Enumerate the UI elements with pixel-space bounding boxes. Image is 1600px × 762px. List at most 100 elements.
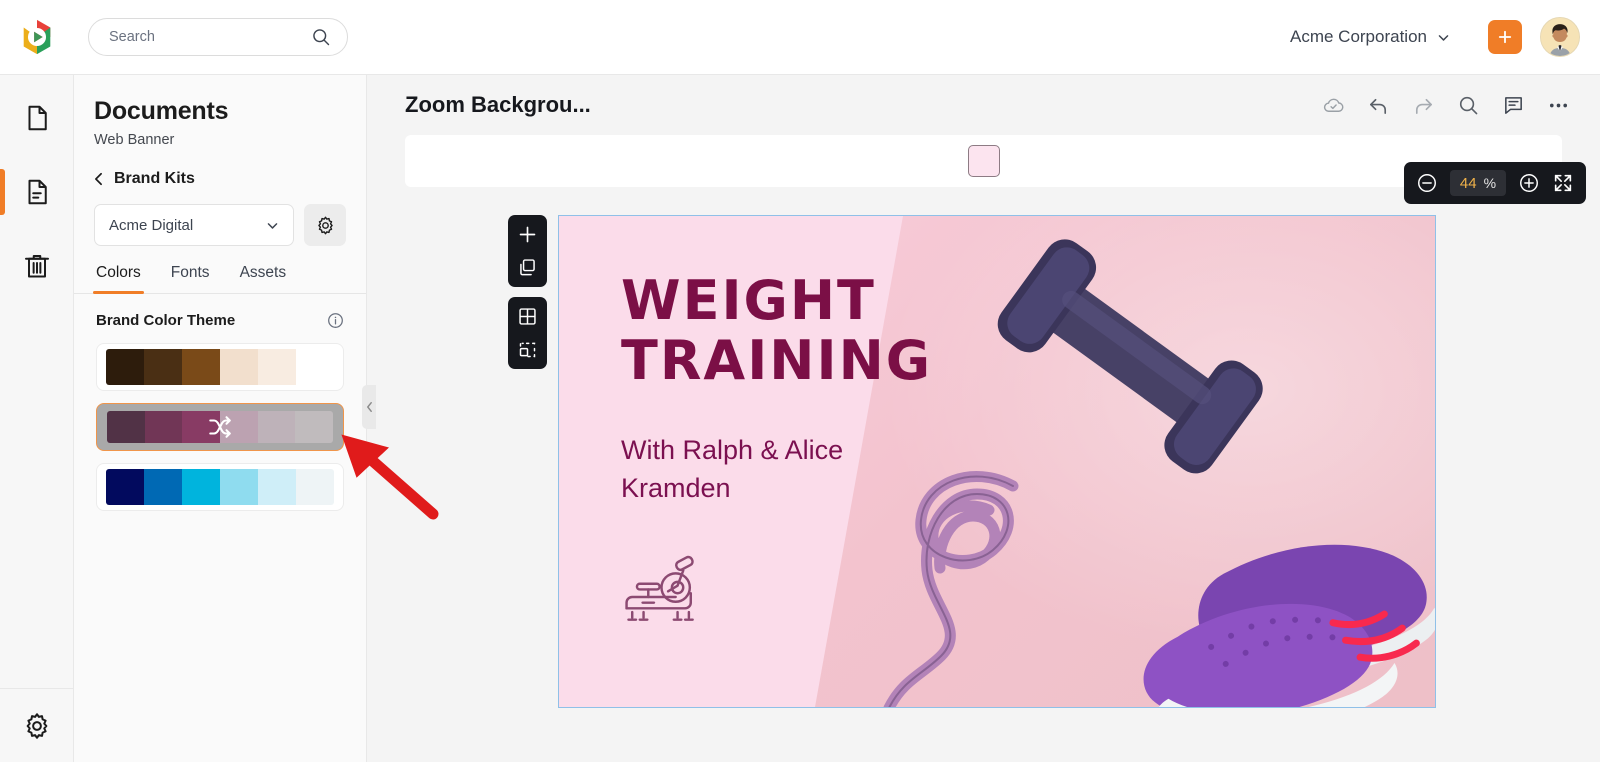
color-strip [106, 349, 334, 385]
format-bar [405, 135, 1562, 187]
swatch-4 [258, 349, 296, 385]
swatch-5 [295, 411, 333, 443]
artboard-subtitle[interactable]: With Ralph & Alice Kramden [621, 431, 921, 508]
color-theme-blue[interactable] [96, 463, 344, 511]
sidebar-item-new-document[interactable] [0, 81, 74, 155]
editor-header: Zoom Backgrou... [367, 75, 1600, 135]
panel-collapse-handle[interactable] [362, 385, 376, 429]
exercise-bike-icon[interactable] [619, 546, 704, 631]
color-strip [107, 411, 333, 443]
fill-color-button[interactable] [967, 145, 1000, 177]
topbar-right: Acme Corporation [1280, 17, 1600, 57]
search-icon[interactable] [1457, 94, 1480, 117]
settings-button[interactable] [0, 688, 74, 762]
trash-icon [25, 255, 49, 278]
fullscreen-icon[interactable] [1552, 172, 1574, 194]
swatch-4 [258, 469, 296, 505]
plus-icon [1498, 30, 1512, 44]
tab-colors[interactable]: Colors [93, 264, 144, 294]
chevron-down-icon [267, 222, 278, 229]
editor-toolbar [1322, 94, 1570, 117]
brand-color-theme-header: Brand Color Theme [74, 294, 366, 329]
tab-assets[interactable]: Assets [240, 264, 287, 293]
org-name: Acme Corporation [1289, 27, 1427, 46]
app-logo-icon [23, 19, 51, 55]
swatch-4 [257, 411, 296, 443]
swatch-1 [144, 411, 183, 443]
top-bar: Acme Corporation [0, 0, 1600, 75]
swatch-0 [106, 469, 144, 505]
panel-subtitle: Web Banner [94, 132, 175, 148]
color-theme-maroon[interactable] [96, 403, 344, 451]
file-icon [28, 105, 47, 131]
document-title[interactable]: Zoom Backgrou... [405, 92, 591, 118]
avatar[interactable] [1540, 17, 1580, 57]
artboard-title-line-2: TRAINING [621, 329, 933, 393]
brand-kit-settings-button[interactable] [304, 204, 346, 246]
search-icon[interactable] [311, 27, 331, 47]
artboard[interactable]: WEIGHT TRAINING With Ralph & Alice Kramd… [558, 215, 1436, 708]
tab-fonts[interactable]: Fonts [171, 264, 210, 293]
chevron-down-icon [1438, 34, 1449, 41]
select-frame-icon[interactable] [517, 339, 538, 360]
app-root: Acme Corporation [0, 0, 1600, 762]
duplicate-page-icon[interactable] [517, 257, 538, 278]
page-title: Documents [94, 97, 229, 125]
more-options-icon[interactable] [1547, 94, 1570, 117]
gear-icon [317, 216, 333, 234]
zoom-control: 44 % [1404, 162, 1586, 204]
left-rail [0, 75, 74, 762]
swatch-2 [182, 411, 221, 443]
swatch-3 [220, 469, 258, 505]
panel-tabs: Colors Fonts Assets [74, 264, 366, 294]
avatar-image [1541, 18, 1579, 56]
create-button[interactable] [1488, 20, 1522, 54]
chevron-left-icon [95, 172, 102, 186]
zoom-out-icon[interactable] [1416, 172, 1438, 194]
sneakers-image [1143, 544, 1435, 707]
cloud-saved-icon[interactable] [1322, 94, 1345, 117]
swatch-2 [182, 469, 220, 505]
info-icon[interactable] [327, 312, 344, 329]
brand-kit-panel: Documents Web Banner Brand Kits Acme Dig… [74, 75, 367, 762]
artboard-title-line-1: WEIGHT [621, 269, 876, 332]
page-tools-group-2 [508, 297, 547, 369]
redo-icon[interactable] [1412, 94, 1435, 117]
gear-icon [26, 712, 48, 739]
color-strip [106, 469, 334, 505]
comment-icon[interactable] [1502, 94, 1525, 117]
swatch-2 [182, 349, 220, 385]
undo-icon[interactable] [1367, 94, 1390, 117]
page-tools-group-1 [508, 215, 547, 287]
brand-kit-select[interactable]: Acme Digital [94, 204, 294, 246]
sidebar-item-trash[interactable] [0, 229, 74, 303]
artboard-title[interactable]: WEIGHT TRAINING [621, 269, 933, 393]
grid-layout-icon[interactable] [517, 306, 538, 327]
swatch-5 [296, 469, 334, 505]
chevron-left-icon [366, 401, 372, 413]
section-title: Brand Color Theme [96, 312, 236, 329]
swatch-3 [220, 411, 258, 443]
swatch-1 [144, 349, 182, 385]
back-to-brand-kits[interactable]: Brand Kits [74, 148, 366, 188]
org-selector[interactable]: Acme Corporation [1280, 21, 1460, 53]
document-lines-icon [28, 179, 47, 205]
swatch-1 [144, 469, 182, 505]
brand-kit-row: Acme Digital [74, 188, 366, 246]
swatch-0 [107, 411, 145, 443]
app-logo-wrap[interactable] [0, 18, 74, 56]
search-input[interactable] [109, 29, 311, 45]
back-label: Brand Kits [114, 170, 195, 187]
sidebar-item-documents[interactable] [0, 155, 74, 229]
add-page-icon[interactable] [517, 224, 538, 245]
color-theme-list [74, 329, 366, 511]
page-tools [508, 215, 547, 369]
zoom-in-icon[interactable] [1518, 172, 1540, 194]
zoom-value-input[interactable]: 44 % [1450, 170, 1506, 196]
swatch-5 [296, 349, 334, 385]
color-theme-brown[interactable] [96, 343, 344, 391]
brand-kit-selected-value: Acme Digital [109, 216, 194, 234]
swatch-3 [220, 349, 258, 385]
search-box[interactable] [88, 18, 348, 56]
zoom-percent-unit: % [1483, 175, 1497, 191]
